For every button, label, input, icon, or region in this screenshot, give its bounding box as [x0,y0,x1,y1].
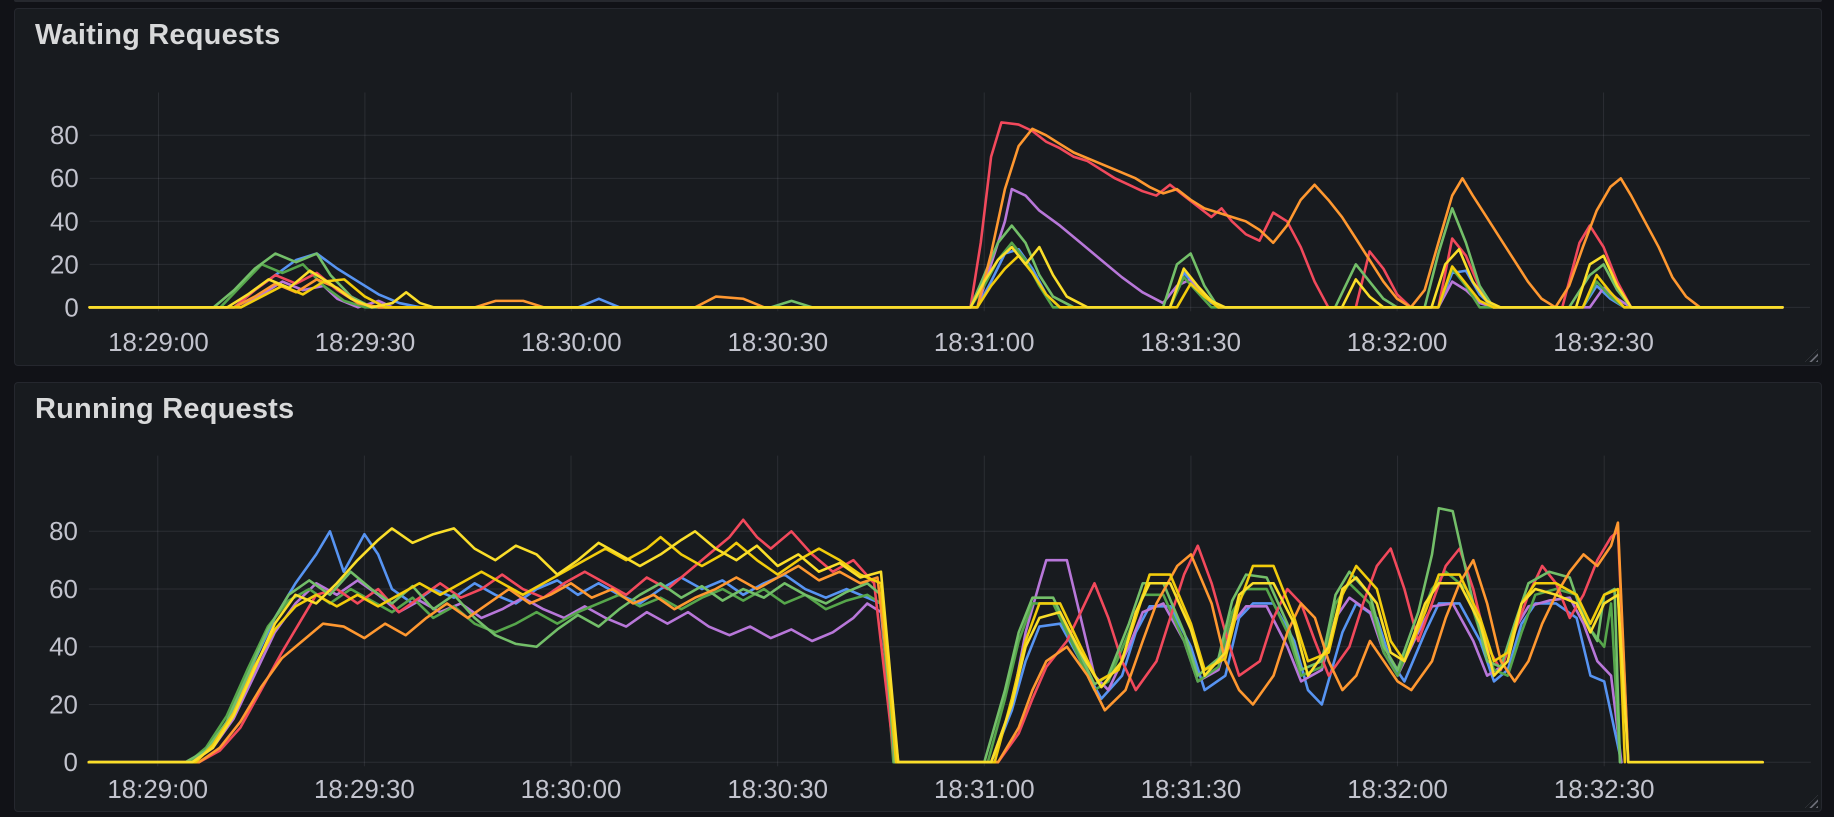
y-tick-label: 0 [64,749,78,777]
x-tick-label: 18:29:30 [314,776,415,804]
x-tick-label: 18:30:00 [521,776,622,804]
y-tick-label: 0 [64,294,78,322]
running-requests-chart[interactable]: 0 20 40 60 80 18:29:00 18:29:30 18:30:00 18:30:3… [15,383,1821,811]
cropped-panel-edge [14,0,1822,2]
x-tick-label: 18:32:30 [1553,329,1654,357]
series-line-series-dark-green [88,241,1784,309]
y-tick-label: 20 [50,251,79,279]
y-tick-label: 60 [50,165,79,193]
x-tick-label: 18:31:00 [934,776,1035,804]
x-tick-label: 18:30:00 [521,329,622,357]
y-tick-label: 60 [49,576,78,604]
waiting-requests-chart[interactable]: 0 20 40 60 80 18:29:00 18:29:30 18:30:00 18:30:3… [15,9,1821,365]
y-tick-label: 40 [49,634,78,662]
series-line-series-gold [87,535,1627,764]
x-tick-label: 18:32:00 [1347,329,1448,357]
y-tick-label: 80 [49,518,78,546]
x-tick-label: 18:32:30 [1554,776,1655,804]
x-tick-label: 18:32:00 [1347,776,1448,804]
x-tick-label: 18:30:30 [727,776,828,804]
y-tick-label: 20 [49,691,78,719]
y-tick-label: 40 [50,208,79,236]
panel-title[interactable]: Waiting Requests [35,19,280,52]
x-tick-label: 18:30:30 [727,329,828,357]
panel-waiting-requests: 0 20 40 60 80 18:29:00 18:29:30 18:30:00 18:30:3… [14,8,1822,366]
x-tick-label: 18:31:30 [1140,329,1241,357]
panel-running-requests: 0 20 40 60 80 18:29:00 18:29:30 18:30:00 18:30:3… [14,382,1822,812]
x-tick-label: 18:29:00 [108,329,209,357]
x-tick-label: 18:31:30 [1141,776,1242,804]
x-tick-label: 18:29:30 [315,329,416,357]
series-line-series-yellow [88,245,1784,309]
x-tick-label: 18:31:00 [934,329,1035,357]
y-tick-label: 80 [50,122,79,150]
x-tick-label: 18:29:00 [107,776,208,804]
panel-title[interactable]: Running Requests [35,393,294,426]
